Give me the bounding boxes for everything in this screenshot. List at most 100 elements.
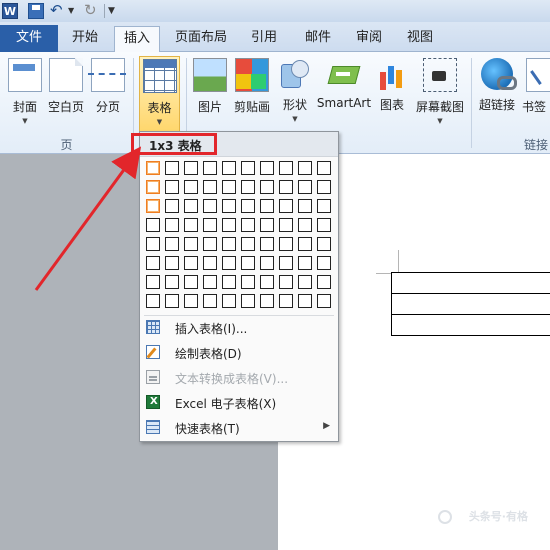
hyperlink-button[interactable]: 超链接 xyxy=(476,56,518,134)
grid-cell[interactable] xyxy=(203,294,217,308)
grid-cell[interactable] xyxy=(184,256,198,270)
grid-cell[interactable] xyxy=(184,275,198,289)
blank-page-button[interactable]: 空白页 xyxy=(45,56,87,134)
undo-icon[interactable]: ↶ xyxy=(50,3,66,19)
menu-item-excel-spreadsheet[interactable]: Excel 电子表格(X) xyxy=(140,390,338,415)
table-size-grid[interactable] xyxy=(146,161,336,313)
grid-cell[interactable] xyxy=(222,294,236,308)
grid-cell[interactable] xyxy=(260,256,274,270)
page-break-button[interactable]: 分页 xyxy=(88,56,126,134)
grid-cell[interactable] xyxy=(165,275,179,289)
grid-cell[interactable] xyxy=(241,199,255,213)
grid-cell[interactable] xyxy=(222,218,236,232)
tab-file[interactable]: 文件 xyxy=(0,25,58,52)
grid-cell[interactable] xyxy=(260,180,274,194)
grid-cell[interactable] xyxy=(317,237,331,251)
grid-cell[interactable] xyxy=(298,218,312,232)
grid-cell[interactable] xyxy=(298,275,312,289)
grid-cell[interactable] xyxy=(260,218,274,232)
grid-cell[interactable] xyxy=(222,275,236,289)
tab-home[interactable]: 开始 xyxy=(62,26,108,52)
grid-cell[interactable] xyxy=(279,256,293,270)
grid-cell[interactable] xyxy=(203,180,217,194)
grid-cell[interactable] xyxy=(317,199,331,213)
grid-cell[interactable] xyxy=(203,161,217,175)
table-cell[interactable] xyxy=(391,293,550,315)
menu-item-quick-tables[interactable]: 快速表格(T) ▶ xyxy=(140,415,338,440)
grid-cell[interactable] xyxy=(222,180,236,194)
grid-cell[interactable] xyxy=(279,218,293,232)
grid-cell[interactable] xyxy=(146,237,160,251)
clip-art-button[interactable]: 剪贴画 xyxy=(231,56,273,134)
grid-cell[interactable] xyxy=(279,275,293,289)
grid-cell[interactable] xyxy=(146,275,160,289)
grid-cell[interactable] xyxy=(222,161,236,175)
grid-cell[interactable] xyxy=(146,161,160,175)
grid-cell[interactable] xyxy=(146,294,160,308)
grid-cell[interactable] xyxy=(222,256,236,270)
menu-item-insert-table[interactable]: 插入表格(I)... xyxy=(140,315,338,340)
grid-cell[interactable] xyxy=(241,161,255,175)
grid-cell[interactable] xyxy=(317,218,331,232)
grid-cell[interactable] xyxy=(260,199,274,213)
menu-item-draw-table[interactable]: 绘制表格(D) xyxy=(140,340,338,365)
grid-cell[interactable] xyxy=(317,256,331,270)
grid-cell[interactable] xyxy=(203,275,217,289)
table-cell[interactable] xyxy=(391,272,550,294)
grid-cell[interactable] xyxy=(279,199,293,213)
grid-cell[interactable] xyxy=(317,275,331,289)
grid-cell[interactable] xyxy=(184,161,198,175)
grid-cell[interactable] xyxy=(317,180,331,194)
grid-cell[interactable] xyxy=(260,294,274,308)
grid-cell[interactable] xyxy=(184,237,198,251)
grid-cell[interactable] xyxy=(298,161,312,175)
grid-cell[interactable] xyxy=(165,256,179,270)
grid-cell[interactable] xyxy=(260,237,274,251)
grid-cell[interactable] xyxy=(165,199,179,213)
grid-cell[interactable] xyxy=(165,161,179,175)
tab-references[interactable]: 引用 xyxy=(244,26,284,52)
grid-cell[interactable] xyxy=(241,237,255,251)
tab-mailings[interactable]: 邮件 xyxy=(298,26,338,52)
grid-cell[interactable] xyxy=(222,199,236,213)
grid-cell[interactable] xyxy=(165,180,179,194)
grid-cell[interactable] xyxy=(222,237,236,251)
grid-cell[interactable] xyxy=(298,294,312,308)
grid-cell[interactable] xyxy=(146,180,160,194)
grid-cell[interactable] xyxy=(165,218,179,232)
grid-cell[interactable] xyxy=(241,180,255,194)
grid-cell[interactable] xyxy=(317,161,331,175)
grid-cell[interactable] xyxy=(279,161,293,175)
grid-cell[interactable] xyxy=(146,256,160,270)
grid-cell[interactable] xyxy=(184,218,198,232)
grid-cell[interactable] xyxy=(241,256,255,270)
customize-toolbar-icon[interactable]: ▼ xyxy=(108,3,124,19)
grid-cell[interactable] xyxy=(203,218,217,232)
tab-insert[interactable]: 插入 xyxy=(114,26,160,53)
grid-cell[interactable] xyxy=(241,218,255,232)
grid-cell[interactable] xyxy=(279,294,293,308)
shapes-button[interactable]: 形状 ▼ xyxy=(278,56,312,134)
undo-dropdown-icon[interactable]: ▼ xyxy=(68,3,84,19)
save-icon[interactable] xyxy=(28,3,44,19)
tab-view[interactable]: 视图 xyxy=(400,26,440,52)
grid-cell[interactable] xyxy=(165,294,179,308)
table-button[interactable]: 表格 ▼ xyxy=(139,56,180,134)
grid-cell[interactable] xyxy=(184,294,198,308)
cover-page-button[interactable]: 封面 ▼ xyxy=(6,56,44,134)
grid-cell[interactable] xyxy=(241,294,255,308)
grid-cell[interactable] xyxy=(241,275,255,289)
grid-cell[interactable] xyxy=(260,161,274,175)
redo-icon[interactable]: ↻ xyxy=(84,3,100,19)
grid-cell[interactable] xyxy=(317,294,331,308)
grid-cell[interactable] xyxy=(279,180,293,194)
grid-cell[interactable] xyxy=(298,237,312,251)
table-cell[interactable] xyxy=(391,314,550,336)
grid-cell[interactable] xyxy=(298,256,312,270)
smartart-button[interactable]: SmartArt xyxy=(315,56,373,134)
grid-cell[interactable] xyxy=(146,199,160,213)
grid-cell[interactable] xyxy=(165,237,179,251)
grid-cell[interactable] xyxy=(184,180,198,194)
document-table[interactable] xyxy=(391,272,550,336)
picture-button[interactable]: 图片 xyxy=(192,56,228,134)
